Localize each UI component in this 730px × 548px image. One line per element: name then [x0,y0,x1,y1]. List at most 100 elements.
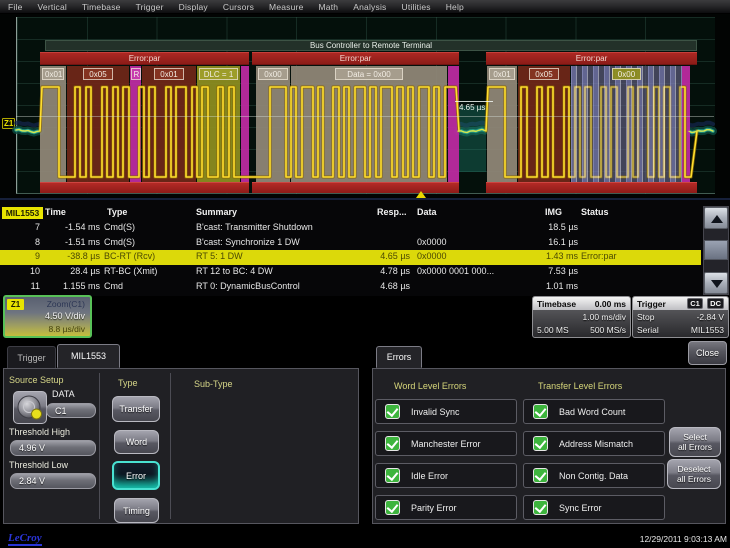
menu-trigger[interactable]: Trigger [136,2,164,12]
scroll-up-button[interactable] [704,207,728,229]
col-header-time: Time [45,207,66,217]
cell-summary: RT 12 to BC: 4 DW [196,266,356,276]
checkbox-label: Manchester Error [411,439,481,449]
tab-trigger[interactable]: Trigger [7,346,56,368]
field-label: 0x01 [489,68,515,80]
type-button-timing[interactable]: Timing [114,498,159,523]
subtype-title: Sub-Type [194,379,233,389]
trigger-protocol: MIL1553 [691,325,724,335]
close-button[interactable]: Close [688,341,727,365]
menu-timebase[interactable]: Timebase [82,2,121,12]
field-label: 0x05 [83,68,113,80]
table-row-8[interactable]: 8-1.51 msCmd(S)B'cast: Synchronize 1 DW0… [0,236,701,251]
threshold-low-field[interactable]: 2.84 V [10,473,96,489]
checkbox-checked-icon[interactable] [533,468,548,483]
field-label: R [131,68,141,80]
menu-measure[interactable]: Measure [269,2,303,12]
waveform-area: Z1 Bus Controller to Remote TerminalErro… [0,14,730,198]
response-time-label: 4.65 µs [459,103,485,112]
error-checkbox-row[interactable]: Address Mismatch [523,431,665,456]
checkbox-checked-icon[interactable] [533,404,548,419]
error-checkbox-row[interactable]: Non Contig. Data [523,463,665,488]
checkbox-label: Non Contig. Data [559,471,628,481]
menu-math[interactable]: Math [319,2,339,12]
table-source-badge: MIL1553 [2,207,43,219]
cell-type: Cmd(S) [104,237,192,247]
scroll-thumb[interactable] [704,240,728,260]
frame-bottom-bar [40,182,249,193]
trigger-descriptor-box[interactable]: Trigger C1 DC Stop -2.84 V Serial MIL155… [632,296,729,338]
scroll-down-button[interactable] [704,272,728,294]
trigger-title: Trigger [637,299,666,309]
field-label: 0x05 [529,68,559,80]
cell-idx: 8 [20,237,40,247]
cell-summary: RT 0: DynamicBusControl [196,281,356,291]
cell-time: 28.4 µs [44,266,100,276]
checkbox-checked-icon[interactable] [385,404,400,419]
error-checkbox-row[interactable]: Sync Error [523,495,665,520]
deselect-all-line1: Deselect [677,464,710,474]
menu-cursors[interactable]: Cursors [223,2,254,12]
tab-errors[interactable]: Errors [376,346,422,368]
transfer-errors-title: Transfer Level Errors [538,381,622,391]
type-button-error[interactable]: Error [112,461,160,490]
source-select[interactable]: C1 [46,403,96,418]
cell-resp: 4.65 µs [352,251,410,261]
checkbox-label: Address Mismatch [559,439,633,449]
threshold-high-field[interactable]: 4.96 V [10,440,96,456]
error-checkbox-row[interactable]: Invalid Sync [375,399,517,424]
table-row-11[interactable]: 111.155 msCmdRT 0: DynamicBusControl4.68… [0,280,701,295]
menu-bar: File Vertical Timebase Trigger Display Cursor… [0,0,730,14]
col-header-summary: Summary [196,207,237,217]
timebase-title: Timebase [537,299,576,309]
z1-descriptor-box[interactable]: Z1 Zoom(C1) 4.50 V/div 8.8 µs/div [3,295,92,338]
error-checkbox-row[interactable]: Manchester Error [375,431,517,456]
table-row-7[interactable]: 7-1.54 msCmd(S)B'cast: Transmitter Shutd… [0,221,701,236]
frame-bottom-bar [486,182,697,193]
error-checkbox-row[interactable]: Bad Word Count [523,399,665,424]
field-label: 0x01 [154,68,184,80]
timebase-descriptor-box[interactable]: Timebase 0.00 ms 1.00 ms/div 5.00 MS 500… [532,296,631,338]
mil1553-setup-panel: Source Setup DATA C1 Threshold High 4.96… [3,368,359,524]
menu-analysis[interactable]: Analysis [353,2,386,12]
menu-utilities[interactable]: Utilities [402,2,431,12]
cell-img: 1.43 ms [528,251,578,261]
checkbox-checked-icon[interactable] [385,436,400,451]
errors-panel: Word Level Errors Transfer Level Errors … [372,368,726,524]
tab-mil1553[interactable]: MIL1553 [57,344,120,368]
menu-display[interactable]: Display [179,2,208,12]
trigger-type: Serial [637,325,659,335]
menu-file[interactable]: File [8,2,23,12]
cell-idx: 7 [20,222,40,232]
menu-help[interactable]: Help [446,2,464,12]
timebase-offset: 0.00 ms [595,299,626,309]
table-scrollbar[interactable] [703,206,729,295]
timebase-samplerate: 500 MS/s [590,325,626,335]
select-all-line1: Select [683,432,707,442]
checkbox-checked-icon[interactable] [385,468,400,483]
table-row-10[interactable]: 1028.4 µsRT-BC (Xmit)RT 12 to BC: 4 DW4.… [0,265,701,280]
select-all-errors-button[interactable]: Select all Errors [669,427,721,457]
checkbox-checked-icon[interactable] [533,500,548,515]
cell-summary: RT 5: 1 DW [196,251,356,261]
checkbox-checked-icon[interactable] [385,500,400,515]
z1-vertical-scale: 4.50 V/div [45,311,85,321]
dialog-area: Trigger MIL1553 Errors Close Source Setu… [0,344,730,530]
deselect-all-errors-button[interactable]: Deselect all Errors [667,459,721,489]
checkbox-checked-icon[interactable] [533,436,548,451]
menu-vertical[interactable]: Vertical [38,2,67,12]
trigger-position-marker[interactable] [416,191,426,198]
table-row-9[interactable]: 9-38.8 µsBC-RT (Rcv)RT 5: 1 DW4.65 µs0x0… [0,250,701,265]
adjust-knob[interactable] [13,391,47,424]
field-label: Data = 0x00 [335,68,402,80]
error-checkbox-row[interactable]: Parity Error [375,495,517,520]
cell-img: 18.5 µs [528,222,578,232]
type-button-transfer[interactable]: Transfer [112,396,160,422]
col-header-resp: Resp... [377,207,407,217]
type-button-word[interactable]: Word [114,430,159,454]
cursor-line [16,116,714,117]
cell-idx: 10 [20,266,40,276]
timebase-samples: 5.00 MS [537,325,569,335]
error-checkbox-row[interactable]: Idle Error [375,463,517,488]
decode-result-table: MIL1553 Time Type Summary Resp... Data I… [0,198,730,296]
